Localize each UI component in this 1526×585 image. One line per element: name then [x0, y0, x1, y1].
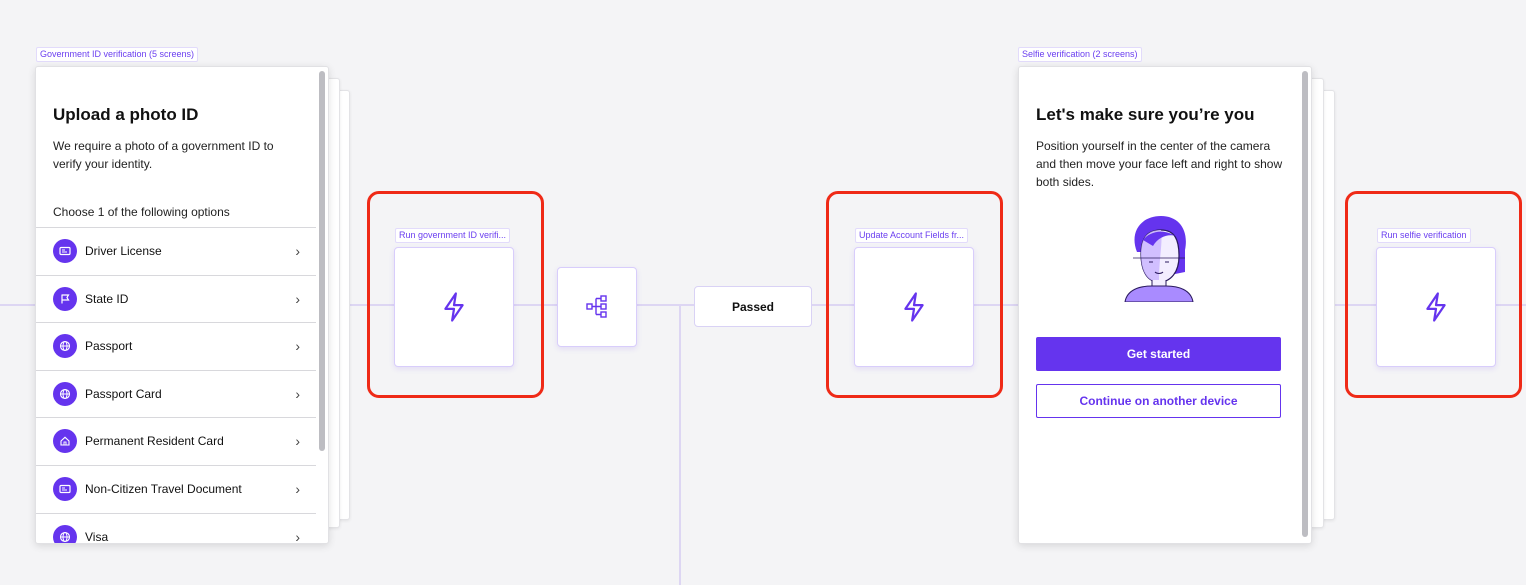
globe-icon — [53, 334, 77, 358]
flow-line-left — [0, 304, 36, 306]
home-icon — [53, 429, 77, 453]
option-permanent-resident-card[interactable]: Permanent Resident Card › — [36, 417, 316, 464]
gov-id-screen[interactable]: Upload a photo ID We require a photo of … — [35, 66, 329, 544]
selfie-face-illustration — [1124, 216, 1194, 302]
option-label: Passport — [85, 339, 133, 353]
lightning-icon — [444, 292, 464, 322]
flow-branch-line — [679, 304, 681, 585]
chevron-right-icon: › — [295, 338, 300, 354]
option-passport-card[interactable]: Passport Card › — [36, 370, 316, 417]
gov-id-title: Upload a photo ID — [53, 105, 199, 124]
selfie-title: Let's make sure you’re you — [1036, 105, 1255, 124]
continue-on-another-device-button[interactable]: Continue on another device — [1036, 384, 1281, 418]
option-label: Non-Citizen Travel Document — [85, 482, 242, 496]
chevron-right-icon: › — [295, 481, 300, 497]
globe-icon — [53, 525, 77, 543]
chevron-right-icon: › — [295, 243, 300, 259]
option-non-citizen-travel-document[interactable]: Non-Citizen Travel Document › — [36, 465, 316, 512]
chevron-right-icon: › — [295, 386, 300, 402]
option-passport[interactable]: Passport › — [36, 322, 316, 369]
chevron-right-icon: › — [295, 433, 300, 449]
option-visa[interactable]: Visa › — [36, 513, 316, 544]
selfie-description: Position yourself in the center of the c… — [1036, 139, 1283, 189]
option-state-id[interactable]: State ID › — [36, 275, 316, 322]
selfie-scrollbar[interactable] — [1302, 71, 1308, 537]
gov-id-scrollbar[interactable] — [319, 71, 325, 451]
run-gov-id-node[interactable] — [394, 247, 514, 367]
option-label: Driver License — [85, 244, 162, 258]
run-selfie-tag: Run selfie verification — [1377, 228, 1471, 243]
update-account-node[interactable] — [854, 247, 974, 367]
option-label: Visa — [85, 530, 109, 544]
branch-icon — [586, 295, 607, 318]
passed-branch-label[interactable]: Passed — [694, 286, 812, 327]
update-account-tag: Update Account Fields fr... — [855, 228, 969, 243]
lightning-icon — [904, 292, 924, 322]
globe-icon — [53, 382, 77, 406]
option-driver-license[interactable]: Driver License › — [36, 227, 316, 274]
branch-node[interactable] — [557, 267, 637, 347]
option-label: State ID — [85, 292, 129, 306]
lightning-icon — [1426, 292, 1446, 322]
run-gov-id-tag: Run government ID verifi... — [395, 228, 511, 243]
get-started-button[interactable]: Get started — [1036, 337, 1281, 371]
gov-id-flow-tag: Government ID verification (5 screens) — [36, 47, 199, 62]
gov-id-choose-label: Choose 1 of the following options — [53, 205, 230, 219]
selfie-flow-tag: Selfie verification (2 screens) — [1018, 47, 1142, 62]
selfie-screen[interactable]: Let's make sure you’re you Position your… — [1018, 66, 1312, 544]
option-label: Passport Card — [85, 387, 162, 401]
chevron-right-icon: › — [295, 291, 300, 307]
chevron-right-icon: › — [295, 529, 300, 544]
run-selfie-node[interactable] — [1376, 247, 1496, 367]
id-card-icon — [53, 477, 77, 501]
flag-icon — [53, 287, 77, 311]
gov-id-description: We require a photo of a government ID to… — [53, 139, 274, 171]
option-label: Permanent Resident Card — [85, 434, 224, 448]
id-card-icon — [53, 239, 77, 263]
